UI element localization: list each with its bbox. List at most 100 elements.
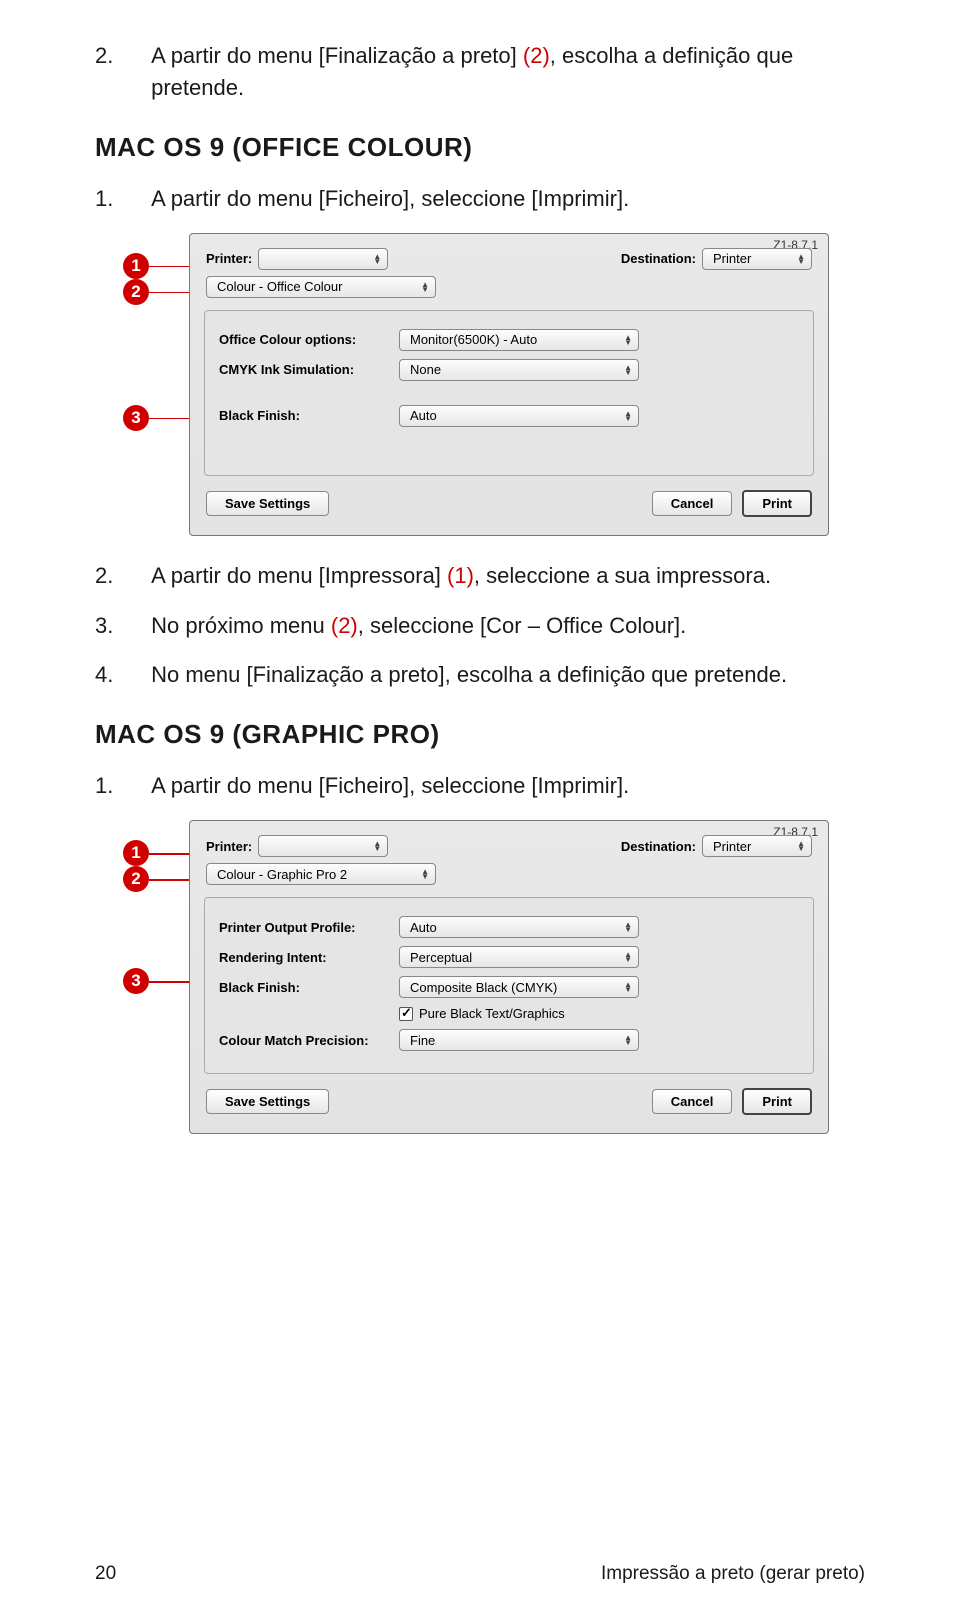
destination-label: Destination:: [621, 251, 696, 266]
callout-badge-1: 1: [123, 253, 149, 279]
step-text: A partir do menu [Impressora] (1), selec…: [151, 560, 861, 592]
printer-label: Printer:: [206, 839, 252, 854]
instruction-step: 4. No menu [Finalização a preto], escolh…: [95, 659, 865, 691]
step-text-a: A partir do menu [Finalização a preto]: [151, 43, 523, 68]
black-finish-popup[interactable]: Auto ▲▼: [399, 405, 639, 427]
cancel-button[interactable]: Cancel: [652, 1089, 733, 1114]
printer-label: Printer:: [206, 251, 252, 266]
option-value: Auto: [410, 920, 437, 935]
rendering-intent-popup[interactable]: Perceptual ▲▼: [399, 946, 639, 968]
printer-popup[interactable]: ▲▼: [258, 835, 388, 857]
callout-badge-1: 1: [123, 840, 149, 866]
panel-select-row: Colour - Graphic Pro 2 ▲▼: [190, 863, 828, 891]
options-panel: Office Colour options: Monitor(6500K) - …: [204, 310, 814, 476]
checkbox-row: Pure Black Text/Graphics: [219, 1006, 799, 1021]
option-row: Rendering Intent: Perceptual ▲▼: [219, 946, 799, 968]
save-settings-button[interactable]: Save Settings: [206, 1089, 329, 1114]
option-value: Perceptual: [410, 950, 472, 965]
section-heading-office: MAC OS 9 (OFFICE COLOUR): [95, 132, 865, 163]
print-button[interactable]: Print: [742, 1088, 812, 1115]
option-value: Monitor(6500K) - Auto: [410, 332, 537, 347]
panel-select-popup[interactable]: Colour - Graphic Pro 2 ▲▼: [206, 863, 436, 885]
dialog-figure-office: 1 2 3 Z1-8.7.1 Printer: ▲▼ Destination: …: [123, 233, 865, 536]
chevron-updown-icon: ▲▼: [787, 254, 805, 264]
panel-select-popup[interactable]: Colour - Office Colour ▲▼: [206, 276, 436, 298]
option-label: Colour Match Precision:: [219, 1033, 399, 1048]
step-text: A partir do menu [Ficheiro], seleccione …: [151, 770, 861, 802]
chevron-updown-icon: ▲▼: [614, 365, 632, 375]
option-value: Composite Black (CMYK): [410, 980, 557, 995]
cmyk-ink-simulation-popup[interactable]: None ▲▼: [399, 359, 639, 381]
section-heading-graphic: MAC OS 9 (GRAPHIC PRO): [95, 719, 865, 750]
instruction-step: 3. No próximo menu (2), seleccione [Cor …: [95, 610, 865, 642]
step-number: 2.: [95, 40, 145, 72]
destination-popup[interactable]: Printer ▲▼: [702, 248, 812, 270]
option-label: Black Finish:: [219, 408, 399, 423]
chevron-updown-icon: ▲▼: [363, 254, 381, 264]
cancel-button[interactable]: Cancel: [652, 491, 733, 516]
step-text-b: , seleccione [Cor – Office Colour].: [358, 613, 687, 638]
step-text-b: , seleccione a sua impressora.: [474, 563, 771, 588]
destination-value: Printer: [713, 251, 751, 266]
step-number: 1.: [95, 183, 145, 215]
page-footer: 20 Impressão a preto (gerar preto): [95, 1563, 865, 1585]
printer-popup[interactable]: ▲▼: [258, 248, 388, 270]
callout-badge-3: 3: [123, 968, 149, 994]
dialog-figure-graphic: 1 2 3 Z1-8.7.1 Printer: ▲▼ Destination: …: [123, 820, 865, 1134]
page-number: 20: [95, 1563, 116, 1585]
instruction-step: 2. A partir do menu [Finalização a preto…: [95, 40, 865, 104]
step-number: 3.: [95, 610, 145, 642]
chevron-updown-icon: ▲▼: [614, 1035, 632, 1045]
option-value: None: [410, 362, 441, 377]
panel-select-row: Colour - Office Colour ▲▼: [190, 276, 828, 304]
option-label: CMYK Ink Simulation:: [219, 362, 399, 377]
print-dialog-graphic: Z1-8.7.1 Printer: ▲▼ Destination: Printe…: [189, 820, 829, 1134]
step-ref: (1): [447, 563, 474, 588]
option-row: Printer Output Profile: Auto ▲▼: [219, 916, 799, 938]
chevron-updown-icon: ▲▼: [363, 841, 381, 851]
chevron-updown-icon: ▲▼: [614, 335, 632, 345]
black-finish-popup[interactable]: Composite Black (CMYK) ▲▼: [399, 976, 639, 998]
chevron-updown-icon: ▲▼: [411, 282, 429, 292]
save-settings-button[interactable]: Save Settings: [206, 491, 329, 516]
instruction-step: 1. A partir do menu [Ficheiro], seleccio…: [95, 183, 865, 215]
office-colour-options-popup[interactable]: Monitor(6500K) - Auto ▲▼: [399, 329, 639, 351]
checkbox-label: Pure Black Text/Graphics: [419, 1006, 565, 1021]
step-ref: (2): [331, 613, 358, 638]
chevron-updown-icon: ▲▼: [787, 841, 805, 851]
step-text-a: A partir do menu [Impressora]: [151, 563, 447, 588]
step-text: A partir do menu [Ficheiro], seleccione …: [151, 183, 861, 215]
instruction-step: 1. A partir do menu [Ficheiro], seleccio…: [95, 770, 865, 802]
printer-output-profile-popup[interactable]: Auto ▲▼: [399, 916, 639, 938]
option-label: Printer Output Profile:: [219, 920, 399, 935]
step-ref: (2): [523, 43, 550, 68]
chevron-updown-icon: ▲▼: [411, 869, 429, 879]
pure-black-checkbox[interactable]: [399, 1007, 413, 1021]
option-label: Rendering Intent:: [219, 950, 399, 965]
option-row: CMYK Ink Simulation: None ▲▼: [219, 359, 799, 381]
print-button[interactable]: Print: [742, 490, 812, 517]
step-text: No próximo menu (2), seleccione [Cor – O…: [151, 610, 861, 642]
callout-badge-3: 3: [123, 405, 149, 431]
step-text-a: No próximo menu: [151, 613, 331, 638]
step-number: 1.: [95, 770, 145, 802]
dialog-button-row: Save Settings Cancel Print: [190, 490, 828, 517]
option-label: Black Finish:: [219, 980, 399, 995]
printer-row: Printer: ▲▼ Destination: Printer ▲▼: [190, 829, 828, 863]
destination-popup[interactable]: Printer ▲▼: [702, 835, 812, 857]
print-dialog-office: Z1-8.7.1 Printer: ▲▼ Destination: Printe…: [189, 233, 829, 536]
callout-badge-2: 2: [123, 279, 149, 305]
destination-value: Printer: [713, 839, 751, 854]
chevron-updown-icon: ▲▼: [614, 411, 632, 421]
panel-select-value: Colour - Graphic Pro 2: [217, 867, 347, 882]
instruction-step: 2. A partir do menu [Impressora] (1), se…: [95, 560, 865, 592]
option-row: Colour Match Precision: Fine ▲▼: [219, 1029, 799, 1051]
option-row: Office Colour options: Monitor(6500K) - …: [219, 329, 799, 351]
option-value: Auto: [410, 408, 437, 423]
option-row: Black Finish: Auto ▲▼: [219, 405, 799, 427]
footer-title: Impressão a preto (gerar preto): [601, 1563, 865, 1585]
colour-match-precision-popup[interactable]: Fine ▲▼: [399, 1029, 639, 1051]
step-number: 4.: [95, 659, 145, 691]
option-row: Black Finish: Composite Black (CMYK) ▲▼: [219, 976, 799, 998]
panel-select-value: Colour - Office Colour: [217, 279, 342, 294]
